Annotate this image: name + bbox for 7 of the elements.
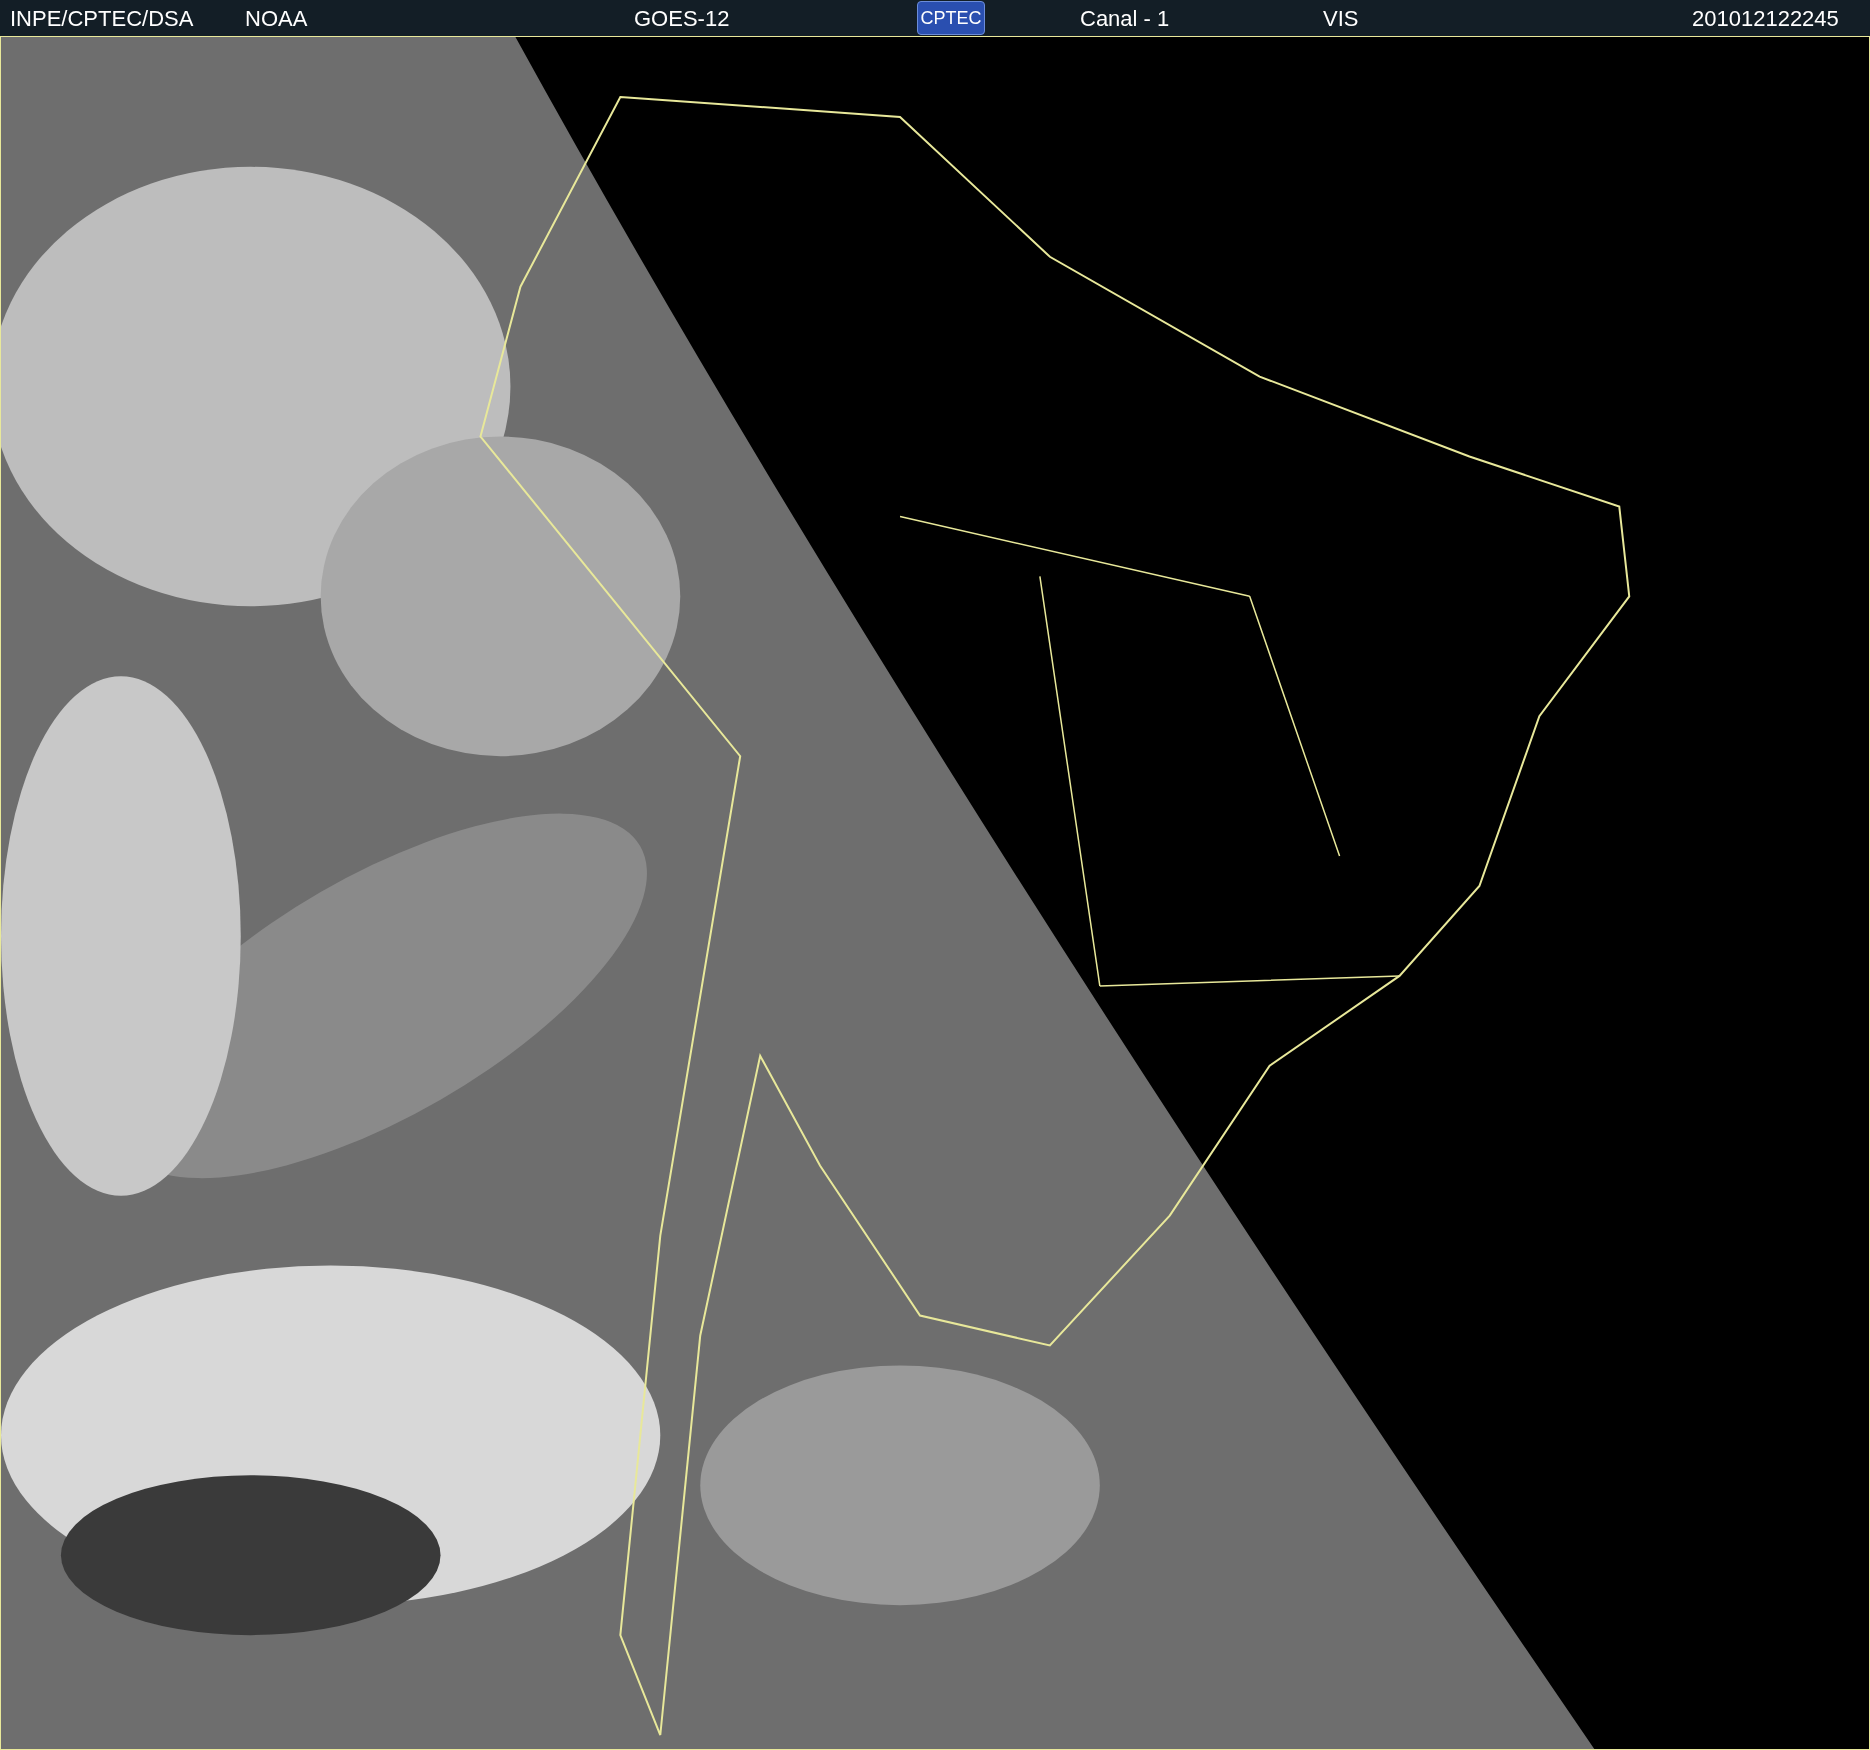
channel-label: Canal - 1 xyxy=(1080,4,1171,33)
satellite-label: GOES-12 xyxy=(634,4,731,33)
logo: CPTEC xyxy=(917,1,985,35)
agency-label: NOAA xyxy=(245,4,309,33)
band-label: VIS xyxy=(1323,4,1360,33)
timestamp-label: 201012122245 xyxy=(1692,4,1839,33)
source-label: INPE/CPTEC/DSA xyxy=(10,4,195,33)
